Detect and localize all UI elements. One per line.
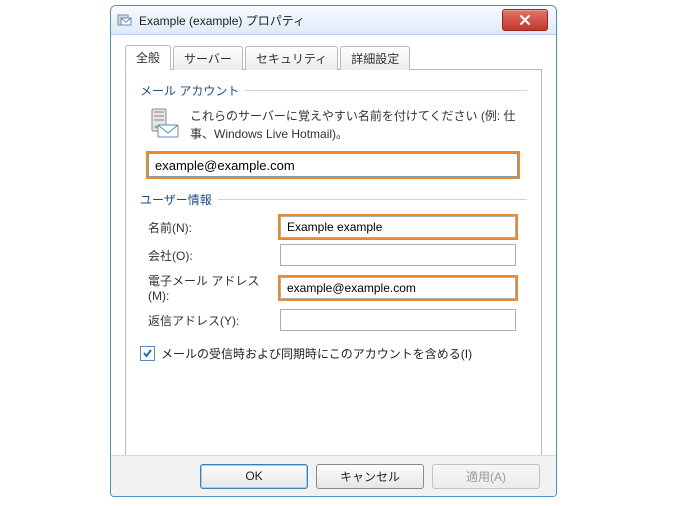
group-user-info-label: ユーザー情報 — [140, 191, 212, 208]
reply-label: 返信アドレス(Y): — [140, 312, 280, 329]
window-icon — [117, 12, 133, 28]
apply-button-label: 適用(A) — [466, 468, 506, 485]
tab-security[interactable]: セキュリティ — [245, 46, 338, 70]
cancel-button[interactable]: キャンセル — [316, 464, 424, 489]
include-account-checkbox-row[interactable]: メールの受信時および同期時にこのアカウントを含める(I) — [140, 345, 527, 362]
email-label: 電子メール アドレス(M): — [140, 272, 280, 303]
name-input[interactable] — [280, 216, 516, 238]
include-account-label: メールの受信時および同期時にこのアカウントを含める(I) — [161, 345, 472, 362]
include-account-checkbox[interactable] — [140, 346, 155, 361]
server-icon — [148, 107, 180, 139]
company-input[interactable] — [280, 244, 516, 266]
reply-input[interactable] — [280, 309, 516, 331]
email-input[interactable] — [280, 277, 516, 299]
group-mail-account-label: メール アカウント — [140, 82, 239, 99]
tab-pane-general: メール アカウント — [125, 70, 542, 462]
tab-security-label: セキュリティ — [256, 52, 327, 66]
ok-button[interactable]: OK — [200, 464, 308, 489]
account-name-input[interactable] — [148, 153, 518, 177]
close-icon — [519, 15, 531, 25]
checkmark-icon — [142, 348, 153, 359]
tab-strip: 全般 サーバー セキュリティ 詳細設定 — [125, 47, 542, 70]
divider — [245, 90, 527, 91]
titlebar[interactable]: Example (example) プロパティ — [111, 6, 556, 35]
close-button[interactable] — [502, 9, 548, 31]
tab-advanced[interactable]: 詳細設定 — [340, 46, 410, 70]
properties-dialog: Example (example) プロパティ 全般 サーバー セキュリティ 詳… — [110, 5, 557, 497]
apply-button: 適用(A) — [432, 464, 540, 489]
tab-server-label: サーバー — [184, 52, 232, 66]
tab-advanced-label: 詳細設定 — [351, 52, 399, 66]
company-label: 会社(O): — [140, 247, 280, 264]
tab-general-label: 全般 — [136, 51, 160, 65]
group-user-info: ユーザー情報 名前(N): 会社(O): 電子メール アドレス(M): — [140, 191, 527, 331]
divider — [218, 199, 527, 200]
mail-account-description: これらのサーバーに覚えやすい名前を付けてください (例: 仕事、Windows … — [190, 107, 527, 143]
window-title: Example (example) プロパティ — [139, 12, 305, 29]
group-mail-account: メール アカウント — [140, 82, 527, 177]
ok-button-label: OK — [245, 469, 262, 483]
name-label: 名前(N): — [140, 219, 280, 236]
tab-general[interactable]: 全般 — [125, 45, 171, 70]
dialog-footer: OK キャンセル 適用(A) — [111, 455, 556, 496]
cancel-button-label: キャンセル — [340, 468, 400, 485]
tab-server[interactable]: サーバー — [173, 46, 243, 70]
